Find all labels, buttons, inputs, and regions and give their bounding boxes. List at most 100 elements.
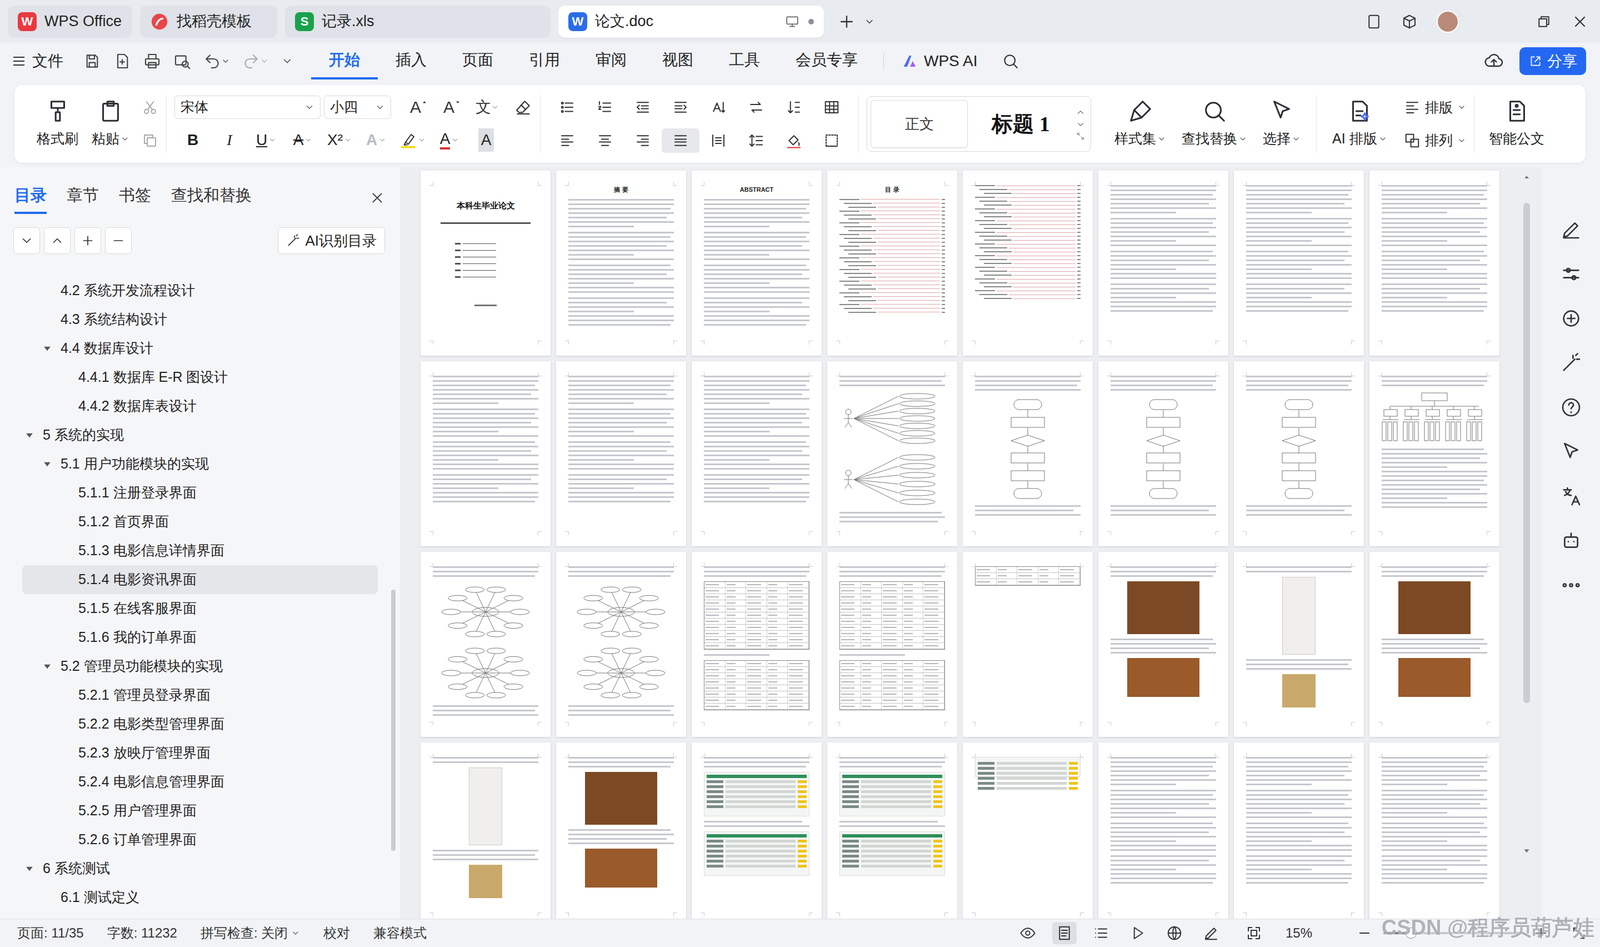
toc-item[interactable]: 5.2 管理员功能模块的实现 [22, 651, 378, 681]
page-thumbnail[interactable] [1233, 361, 1364, 547]
caret-down-icon[interactable] [23, 429, 35, 441]
print-icon[interactable] [143, 52, 162, 70]
smart-doc-button[interactable]: 智能公文 [1482, 98, 1552, 150]
align-right-icon[interactable] [634, 132, 652, 149]
page-thumbnail[interactable] [1098, 361, 1229, 547]
caret-down-icon[interactable] [41, 660, 53, 672]
strike-button[interactable]: A [284, 127, 322, 153]
toc-item[interactable]: 4.4.1 数据库 E-R 图设计 [22, 362, 378, 392]
find-button[interactable]: 查找替换 [1173, 98, 1255, 150]
robot-icon[interactable] [1560, 529, 1583, 552]
page-indicator[interactable]: 页面: 11/35 [17, 922, 84, 943]
toc-item[interactable]: 5.1.4 电影资讯界面 [22, 565, 378, 594]
color-button[interactable]: A [431, 127, 468, 153]
close-icon[interactable] [1571, 12, 1589, 31]
zoom-reading[interactable]: 15% [1285, 922, 1313, 943]
ribbon-tab[interactable]: 视图 [644, 42, 712, 80]
swap-icon[interactable] [747, 98, 765, 116]
font-name-field[interactable]: 宋体 [174, 95, 321, 119]
eraser-icon[interactable] [514, 98, 533, 117]
shrink-font-button[interactable]: A [435, 98, 469, 116]
page-thumbnail[interactable] [962, 170, 1093, 356]
ribbon-tab[interactable]: 审阅 [577, 42, 645, 80]
fit-icon[interactable] [1245, 924, 1263, 942]
expand-icon[interactable] [1076, 131, 1085, 141]
pointer-icon[interactable] [1560, 440, 1583, 463]
toc-item[interactable]: 5.1.5 在线客服界面 [22, 593, 378, 623]
wps-ai-menu[interactable]: WPS AI [891, 49, 988, 73]
page-thumbnail[interactable] [962, 742, 1093, 919]
chevron-down-icon[interactable] [1075, 119, 1086, 130]
page-thumbnail[interactable] [1233, 551, 1364, 737]
page-thumbnail[interactable] [827, 361, 958, 547]
ribbon-tab[interactable]: 开始 [311, 42, 378, 80]
grow-font-button[interactable]: A [402, 98, 436, 116]
view-mode-button[interactable] [1162, 921, 1187, 944]
ribbon-tab[interactable]: 会员专享 [777, 42, 876, 80]
file-menu[interactable]: 文件 [11, 49, 64, 73]
undo-icon[interactable] [203, 52, 222, 70]
page-thumbnail[interactable] [420, 551, 551, 737]
ai-brain-icon[interactable] [1560, 307, 1583, 330]
ai-button[interactable]: AI 排版 [1324, 98, 1395, 150]
page-thumbnail[interactable] [1098, 551, 1229, 737]
caret-up-small-icon[interactable] [1522, 172, 1532, 182]
nav-tab[interactable]: 章节 [66, 183, 99, 215]
more-icon[interactable] [1560, 573, 1583, 597]
page-thumbnail[interactable] [420, 742, 551, 919]
minus-icon[interactable] [1356, 925, 1373, 941]
arrange-button[interactable]: 排列 [1403, 130, 1467, 152]
align-center-icon[interactable] [596, 132, 614, 149]
document-tab[interactable]: W论文.doc [558, 5, 824, 38]
ribbon-tab[interactable]: 插入 [377, 42, 445, 80]
document-tab[interactable]: WWPS Office [7, 5, 133, 38]
tablet-icon[interactable] [1365, 13, 1383, 30]
page-thumbnail[interactable]: ABSTRACT [691, 170, 822, 356]
toc-item[interactable]: 5.1.2 首页界面 [22, 507, 378, 537]
toc-item[interactable]: 5.2.6 订单管理界面 [22, 825, 378, 854]
style-item[interactable]: 正文 [870, 100, 968, 148]
proofread-button[interactable]: 校对 [323, 922, 350, 943]
caret-down-icon[interactable] [23, 862, 35, 874]
toc-item[interactable]: 4.4 数据库设计 [22, 333, 378, 363]
page-thumbnail[interactable] [556, 742, 687, 919]
toc-item[interactable]: 4.2 系统开发流程设计 [22, 276, 378, 305]
page-thumbnail[interactable] [1369, 170, 1500, 356]
page-thumbnail[interactable] [1098, 170, 1229, 356]
shade-button[interactable]: A [467, 127, 505, 153]
page-thumbnail[interactable] [1233, 742, 1364, 919]
redo-icon[interactable] [242, 52, 260, 70]
align-left-icon[interactable] [558, 132, 576, 149]
layout-button[interactable]: 排版 [1403, 97, 1467, 119]
page-thumbnail[interactable] [1369, 742, 1500, 919]
page-thumbnail[interactable] [691, 742, 822, 919]
expand-button[interactable] [43, 227, 71, 254]
chevron-up-icon[interactable] [1075, 107, 1086, 118]
document-tab[interactable]: 找稻壳模板 [140, 5, 278, 38]
demote-button[interactable] [105, 227, 132, 254]
justify-icon[interactable] [672, 132, 689, 149]
bullets-icon[interactable] [558, 98, 576, 116]
super-button[interactable]: X² [321, 127, 358, 153]
nav-tab[interactable]: 书签 [118, 183, 152, 215]
bucket-icon[interactable] [785, 132, 803, 149]
save-icon[interactable] [83, 52, 102, 70]
page-thumbnail[interactable] [691, 361, 822, 547]
avatar[interactable] [1436, 10, 1459, 33]
view-mode-button[interactable] [1125, 921, 1150, 944]
italic-button[interactable]: I [211, 127, 248, 153]
text-direction-icon[interactable] [710, 98, 727, 116]
toc-item[interactable]: 5.2.5 用户管理界面 [22, 796, 378, 825]
cloud-upload-icon[interactable] [1483, 51, 1504, 72]
page-thumbnail[interactable] [827, 551, 958, 737]
toc-item[interactable]: 5.1.3 电影信息详情界面 [22, 536, 378, 565]
ribbon-tab[interactable]: 页面 [444, 42, 512, 80]
copy-icon[interactable] [141, 132, 159, 149]
spell-check[interactable]: 拼写检查: 关闭 [200, 922, 300, 943]
effect-button[interactable]: A [357, 127, 395, 153]
zoom-slider[interactable] [1383, 931, 1523, 934]
toc-item[interactable]: 5 系统的实现 [22, 420, 378, 450]
chevron-down-icon[interactable] [260, 56, 269, 66]
sliders-icon[interactable] [1560, 262, 1583, 285]
toc-item[interactable]: 4.3 系统结构设计 [22, 305, 378, 334]
